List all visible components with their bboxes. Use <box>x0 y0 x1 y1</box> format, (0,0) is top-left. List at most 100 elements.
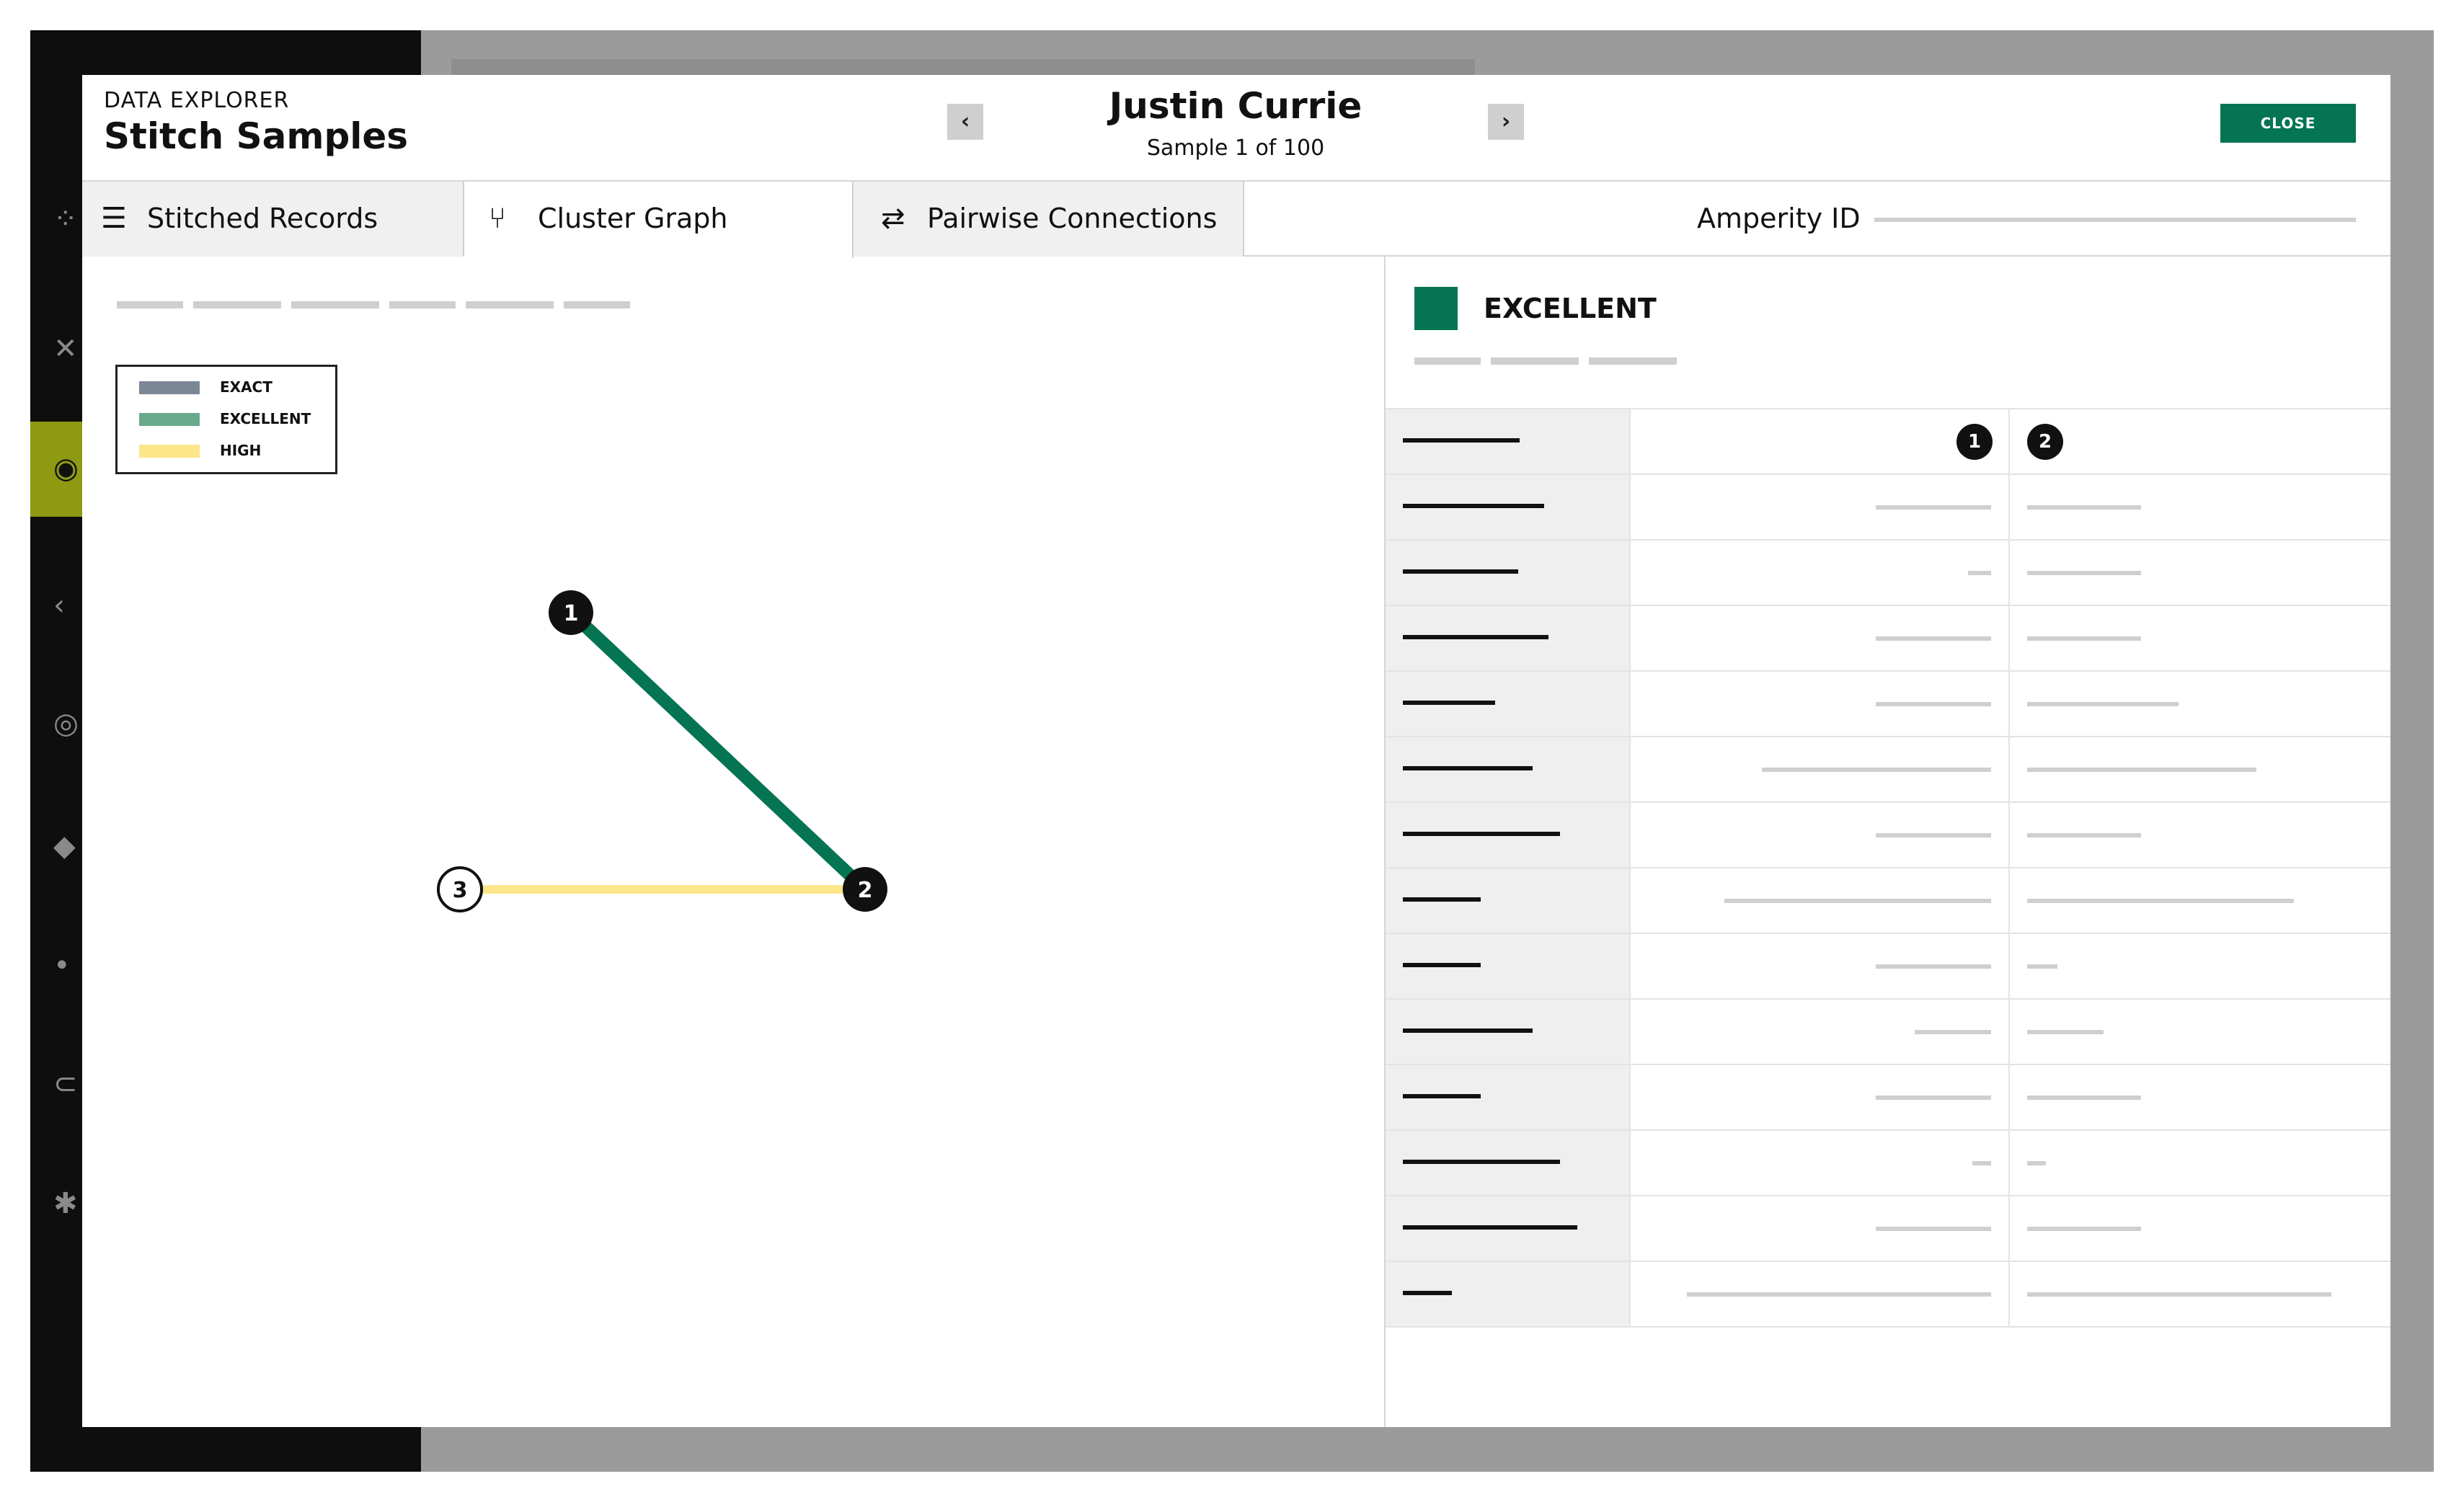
table-cell <box>1631 672 2010 736</box>
table-cell <box>1631 541 2010 605</box>
table-row <box>1386 672 2390 737</box>
next-sample-button[interactable]: › <box>1488 104 1524 140</box>
gear-icon[interactable]: ✱ <box>53 1188 85 1219</box>
placeholder-text <box>1972 1161 1991 1165</box>
table-header-row: 1 2 <box>1386 409 2390 475</box>
table-cell <box>1386 409 1631 474</box>
placeholder-text <box>2027 964 2057 969</box>
table-cell <box>1386 1000 1631 1064</box>
branch-icon: ⑂ <box>489 202 506 235</box>
match-tier-label: EXCELLENT <box>1484 293 1657 324</box>
table-row <box>1386 803 2390 868</box>
link-icon[interactable]: ⊂ <box>53 1068 85 1100</box>
table-cell <box>1386 541 1631 605</box>
network-icon[interactable]: ✕ <box>53 333 85 365</box>
table-row <box>1386 1131 2390 1196</box>
user-icon[interactable]: ◎ <box>53 708 85 739</box>
graph-edge-excellent[interactable] <box>564 606 872 896</box>
table-cell <box>2010 606 2390 670</box>
close-button[interactable]: CLOSE <box>2220 104 2356 143</box>
previous-sample-button[interactable]: ‹ <box>947 104 983 140</box>
table-cell <box>1386 475 1631 539</box>
table-cell <box>1631 475 2010 539</box>
node-label: 1 <box>564 601 579 626</box>
placeholder-text <box>1876 964 1991 969</box>
table-cell <box>2010 737 2390 801</box>
placeholder-text <box>1403 766 1533 770</box>
table-cell <box>1386 672 1631 736</box>
placeholder-text <box>2027 1030 2104 1034</box>
placeholder-text <box>1876 1096 1991 1100</box>
graph-node-3[interactable]: 3 <box>437 866 483 912</box>
table-cell <box>1386 1196 1631 1261</box>
chevron-right-icon: › <box>1501 109 1511 134</box>
placeholder-text <box>1403 701 1495 705</box>
tab-stitched-records[interactable]: ☰ Stitched Records <box>82 182 464 257</box>
table-row <box>1386 1065 2390 1131</box>
table-cell <box>2010 1196 2390 1261</box>
tab-label: Stitched Records <box>147 203 378 234</box>
table-cell <box>1386 606 1631 670</box>
placeholder-text <box>2027 1292 2331 1297</box>
placeholder-text <box>2027 1096 2141 1100</box>
flow-icon[interactable]: • <box>53 950 85 982</box>
sources-icon[interactable]: ⁘ <box>53 203 85 235</box>
table-cell <box>2010 868 2390 933</box>
table-cell <box>1386 737 1631 801</box>
tab-label: Pairwise Connections <box>927 203 1218 234</box>
stitch-samples-modal: DATA EXPLORER Stitch Samples ‹ Justin Cu… <box>82 75 2390 1427</box>
sample-counter: Sample 1 of 100 <box>1146 135 1325 161</box>
list-icon: ☰ <box>101 202 127 235</box>
table-cell: 2 <box>2010 409 2390 474</box>
placeholder-text <box>1403 1028 1533 1033</box>
table-cell <box>2010 475 2390 539</box>
placeholder-text <box>1589 357 1677 365</box>
graph-node-1[interactable]: 1 <box>549 590 593 635</box>
table-cell <box>2010 541 2390 605</box>
placeholder-text <box>2027 768 2256 772</box>
table-row <box>1386 737 2390 803</box>
graph-node-2[interactable]: 2 <box>843 867 887 912</box>
node-label: 3 <box>453 878 468 903</box>
table-row <box>1386 475 2390 541</box>
amperity-id-value[interactable] <box>1874 218 2356 222</box>
placeholder-text <box>1403 832 1560 836</box>
placeholder-text <box>2027 636 2141 641</box>
placeholder-text <box>2027 1227 2141 1231</box>
record-badge: 2 <box>2027 424 2063 460</box>
placeholder-text <box>1762 768 1991 772</box>
table-row <box>1386 868 2390 934</box>
placeholder-text <box>1876 505 1991 510</box>
table-row <box>1386 606 2390 672</box>
table-cell <box>2010 672 2390 736</box>
placeholder-text <box>1403 1160 1560 1164</box>
table-cell: 1 <box>1631 409 2010 474</box>
cluster-graph: 1 2 3 <box>437 590 887 912</box>
table-cell <box>1386 868 1631 933</box>
tab-pairwise-connections[interactable]: ⇄ Pairwise Connections <box>854 182 1244 257</box>
placeholder-text <box>2027 899 2294 903</box>
table-cell <box>1386 1065 1631 1129</box>
tab-cluster-graph[interactable]: ⑂ Cluster Graph <box>464 182 854 258</box>
table-cell <box>2010 1262 2390 1326</box>
placeholder-text <box>1876 702 1991 706</box>
placeholder-text <box>1687 1292 1991 1297</box>
placeholder-text <box>1403 1225 1577 1230</box>
chat-icon[interactable]: ◆ <box>53 830 85 862</box>
swap-arrows-icon: ⇄ <box>881 202 905 235</box>
placeholder-text <box>1403 504 1544 508</box>
table-cell <box>1631 1262 2010 1326</box>
placeholder-text <box>2027 571 2141 575</box>
cluster-graph-pane: EXACT EXCELLENT HIGH 1 2 3 <box>82 257 1386 1427</box>
table-row <box>1386 1000 2390 1065</box>
chevron-left-icon: ‹ <box>960 109 970 134</box>
record-badge: 1 <box>1956 424 1993 460</box>
table-row <box>1386 1196 2390 1262</box>
table-cell <box>1631 868 2010 933</box>
code-icon[interactable]: ‹ <box>53 590 85 621</box>
table-cell <box>1386 803 1631 867</box>
table-cell <box>1631 803 2010 867</box>
table-cell <box>1631 1196 2010 1261</box>
table-cell <box>1631 1065 2010 1129</box>
placeholder-text <box>1724 899 1991 903</box>
